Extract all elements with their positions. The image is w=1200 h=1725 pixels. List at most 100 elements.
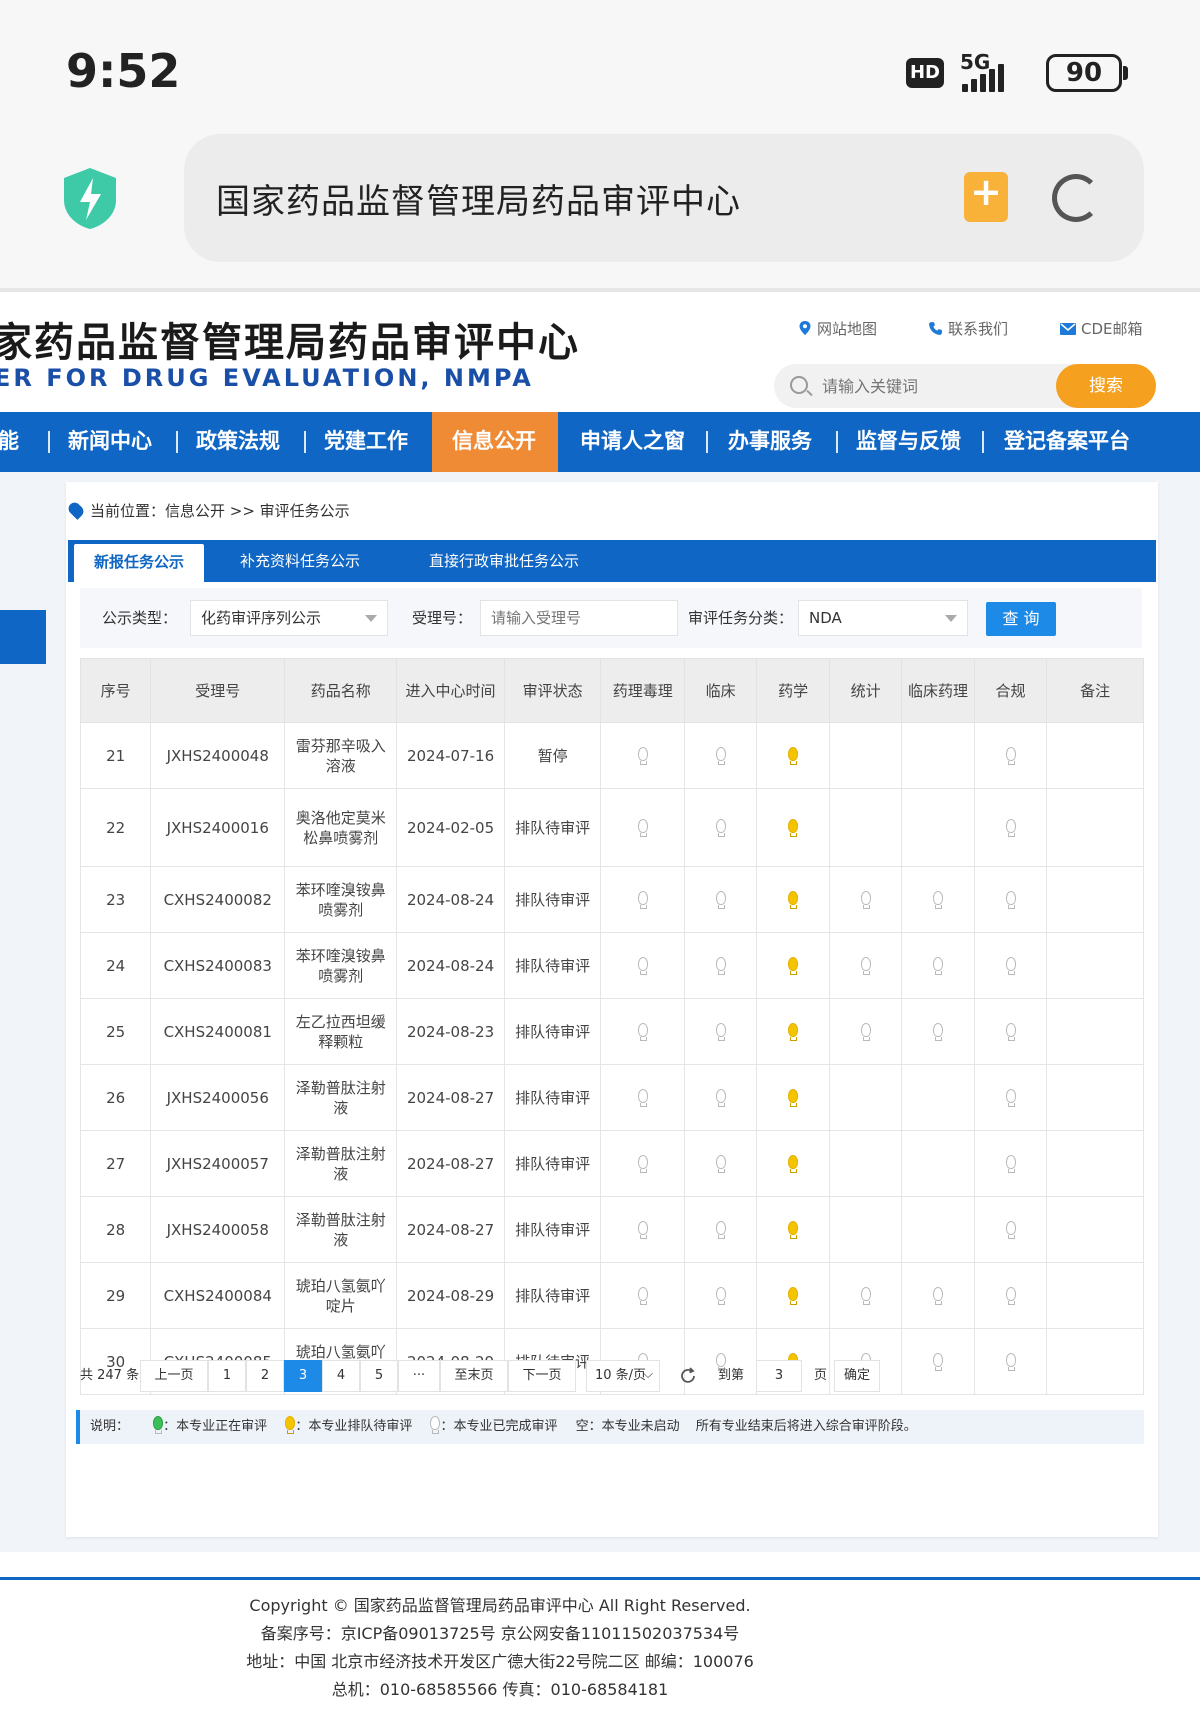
- table-row: 28 JXHS2400058 泽勒普肽注射液 2024-08-27 排队待审评: [79, 1196, 1144, 1263]
- nav-item-partial[interactable]: 能: [0, 412, 19, 472]
- col-header: 进入中心时间: [396, 658, 505, 723]
- nav-item-supervision[interactable]: 监督与反馈: [856, 412, 961, 472]
- drug-name: 苯环喹溴铵鼻喷雾剂: [284, 932, 398, 999]
- bulb-white-icon: [1005, 890, 1016, 909]
- discipline-status-cell: [901, 932, 975, 999]
- location-pin-icon: [66, 500, 86, 520]
- discipline-status-cell: [901, 1064, 975, 1131]
- nav-item-registration[interactable]: 登记备案平台: [1004, 412, 1130, 472]
- mail-link[interactable]: CDE邮箱: [1060, 318, 1143, 339]
- discipline-status-cell: [828, 866, 903, 933]
- nav-item-policy[interactable]: 政策法规: [196, 412, 280, 472]
- refresh-icon[interactable]: [678, 1366, 698, 1386]
- accept-number: CXHS2400081: [150, 998, 286, 1065]
- remark-cell: [1046, 1262, 1144, 1329]
- discipline-status-cell: [901, 1262, 975, 1329]
- reload-icon[interactable]: [1052, 174, 1100, 222]
- discipline-status-cell: [756, 1064, 830, 1131]
- type-select[interactable]: 化药审评序列公示: [190, 600, 388, 636]
- next-page-button[interactable]: 下一页: [508, 1360, 576, 1392]
- enter-date: 2024-08-24: [396, 866, 505, 933]
- bulb-yellow-icon: [285, 1416, 296, 1434]
- tab-supplement-tasks[interactable]: 补充资料任务公示: [230, 540, 370, 582]
- page-button[interactable]: 1: [208, 1360, 246, 1392]
- col-header: 审评状态: [503, 658, 602, 723]
- filter-bar: 公示类型： 化药审评序列公示 受理号： 审评任务分类： NDA 查 询: [80, 588, 1142, 648]
- nav-item-info[interactable]: 信息公开: [452, 412, 536, 472]
- chevron-down-icon: [945, 615, 957, 622]
- phone-icon: [929, 322, 942, 335]
- status-bar: 9:52 HD 5G 90: [0, 0, 1200, 130]
- page-button[interactable]: 5: [360, 1360, 398, 1392]
- contact-link[interactable]: 联系我们: [928, 318, 1008, 339]
- address-bar[interactable]: 国家药品监督管理局药品审评中心: [184, 134, 1144, 262]
- goto-confirm-button[interactable]: 确定: [834, 1360, 880, 1392]
- discipline-status-cell: [828, 932, 903, 999]
- bulb-white-icon: [860, 1286, 871, 1305]
- table-row: 27 JXHS2400057 泽勒普肽注射液 2024-08-27 排队待审评: [79, 1130, 1144, 1197]
- bulb-yellow-icon: [788, 956, 799, 975]
- tab-direct-approval-tasks[interactable]: 直接行政审批任务公示: [424, 540, 584, 582]
- review-status: 排队待审评: [503, 1130, 602, 1197]
- discipline-status-cell: [756, 1196, 830, 1263]
- nav-item-applicant[interactable]: 申请人之窗: [580, 412, 685, 472]
- review-status: 排队待审评: [503, 932, 602, 999]
- row-number: 22: [79, 788, 152, 867]
- drug-name: 琥珀八氢氨吖啶片: [284, 1262, 398, 1329]
- discipline-status-cell: [683, 1196, 758, 1263]
- row-number: 29: [79, 1262, 152, 1329]
- site-search-button[interactable]: 搜索: [1056, 364, 1156, 408]
- site-title-cn[interactable]: 家药品监督管理局药品审评中心: [0, 310, 580, 368]
- discipline-status-cell: [973, 866, 1048, 933]
- page-button-current[interactable]: 3: [284, 1360, 322, 1392]
- query-button[interactable]: 查 询: [986, 602, 1056, 636]
- page-ellipsis[interactable]: ···: [398, 1360, 440, 1392]
- row-number: 24: [79, 932, 152, 999]
- page-button[interactable]: 4: [322, 1360, 360, 1392]
- discipline-status-cell: [828, 1130, 903, 1197]
- breadcrumb: 当前位置：信息公开 >> 审评任务公示: [66, 500, 350, 521]
- review-status: 排队待审评: [503, 1064, 602, 1131]
- remark-cell: [1046, 1064, 1144, 1131]
- enter-date: 2024-08-27: [396, 1064, 505, 1131]
- bulb-white-icon: [933, 1022, 944, 1041]
- bulb-yellow-icon: [788, 1154, 799, 1173]
- footer-icp-text[interactable]: 备案序号：京ICP备09013725号 京公网安备11011502037534号: [261, 1624, 740, 1643]
- accept-number-input[interactable]: [480, 600, 678, 636]
- bulb-white-icon: [1005, 956, 1016, 975]
- discipline-status-cell: [600, 1196, 685, 1263]
- sitemap-label: 网站地图: [817, 320, 878, 338]
- page-size-select[interactable]: 10 条/页 ⌵: [586, 1360, 660, 1392]
- drug-name: 苯环喹溴铵鼻喷雾剂: [284, 866, 398, 933]
- goto-page-input[interactable]: 3: [756, 1360, 802, 1392]
- nav-item-news[interactable]: 新闻中心: [68, 412, 152, 472]
- discipline-status-cell: [600, 998, 685, 1065]
- tab-new-tasks[interactable]: 新报任务公示: [74, 544, 204, 582]
- nav-separator: [706, 431, 708, 453]
- remark-cell: [1046, 1196, 1144, 1263]
- col-header: 序号: [79, 658, 152, 723]
- task-category-select[interactable]: NDA: [798, 600, 968, 636]
- footer-icp: 备案序号：京ICP备09013725号 京公网安备11011502037534号: [0, 1620, 1000, 1648]
- footer-copyright: Copyright © 国家药品监督管理局药品审评中心 All Right Re…: [249, 1596, 751, 1615]
- security-shield-icon[interactable]: [62, 166, 118, 230]
- prev-page-button[interactable]: 上一页: [140, 1360, 208, 1392]
- browser-toolbar: 国家药品监督管理局药品审评中心: [0, 130, 1200, 290]
- nav-item-party[interactable]: 党建工作: [324, 412, 408, 472]
- side-menu-active[interactable]: [0, 610, 46, 664]
- goto-label: 到第: [718, 1368, 745, 1383]
- last-page-button[interactable]: 至末页: [440, 1360, 508, 1392]
- sitemap-link[interactable]: 网站地图: [798, 318, 877, 339]
- discipline-status-cell: [901, 788, 975, 867]
- page-button[interactable]: 2: [246, 1360, 284, 1392]
- accept-number: JXHS2400016: [150, 788, 286, 867]
- discipline-status-cell: [973, 722, 1048, 789]
- col-header: 备注: [1046, 658, 1144, 723]
- discipline-status-cell: [901, 998, 975, 1065]
- site-search-input[interactable]: [822, 364, 1022, 408]
- nav-item-service[interactable]: 办事服务: [728, 412, 812, 472]
- page-unit-label: 页: [814, 1368, 828, 1383]
- site-title-en[interactable]: ER FOR DRUG EVALUATION, NMPA: [0, 364, 534, 392]
- discipline-status-cell: [756, 1262, 830, 1329]
- add-bookmark-icon[interactable]: [964, 170, 1008, 222]
